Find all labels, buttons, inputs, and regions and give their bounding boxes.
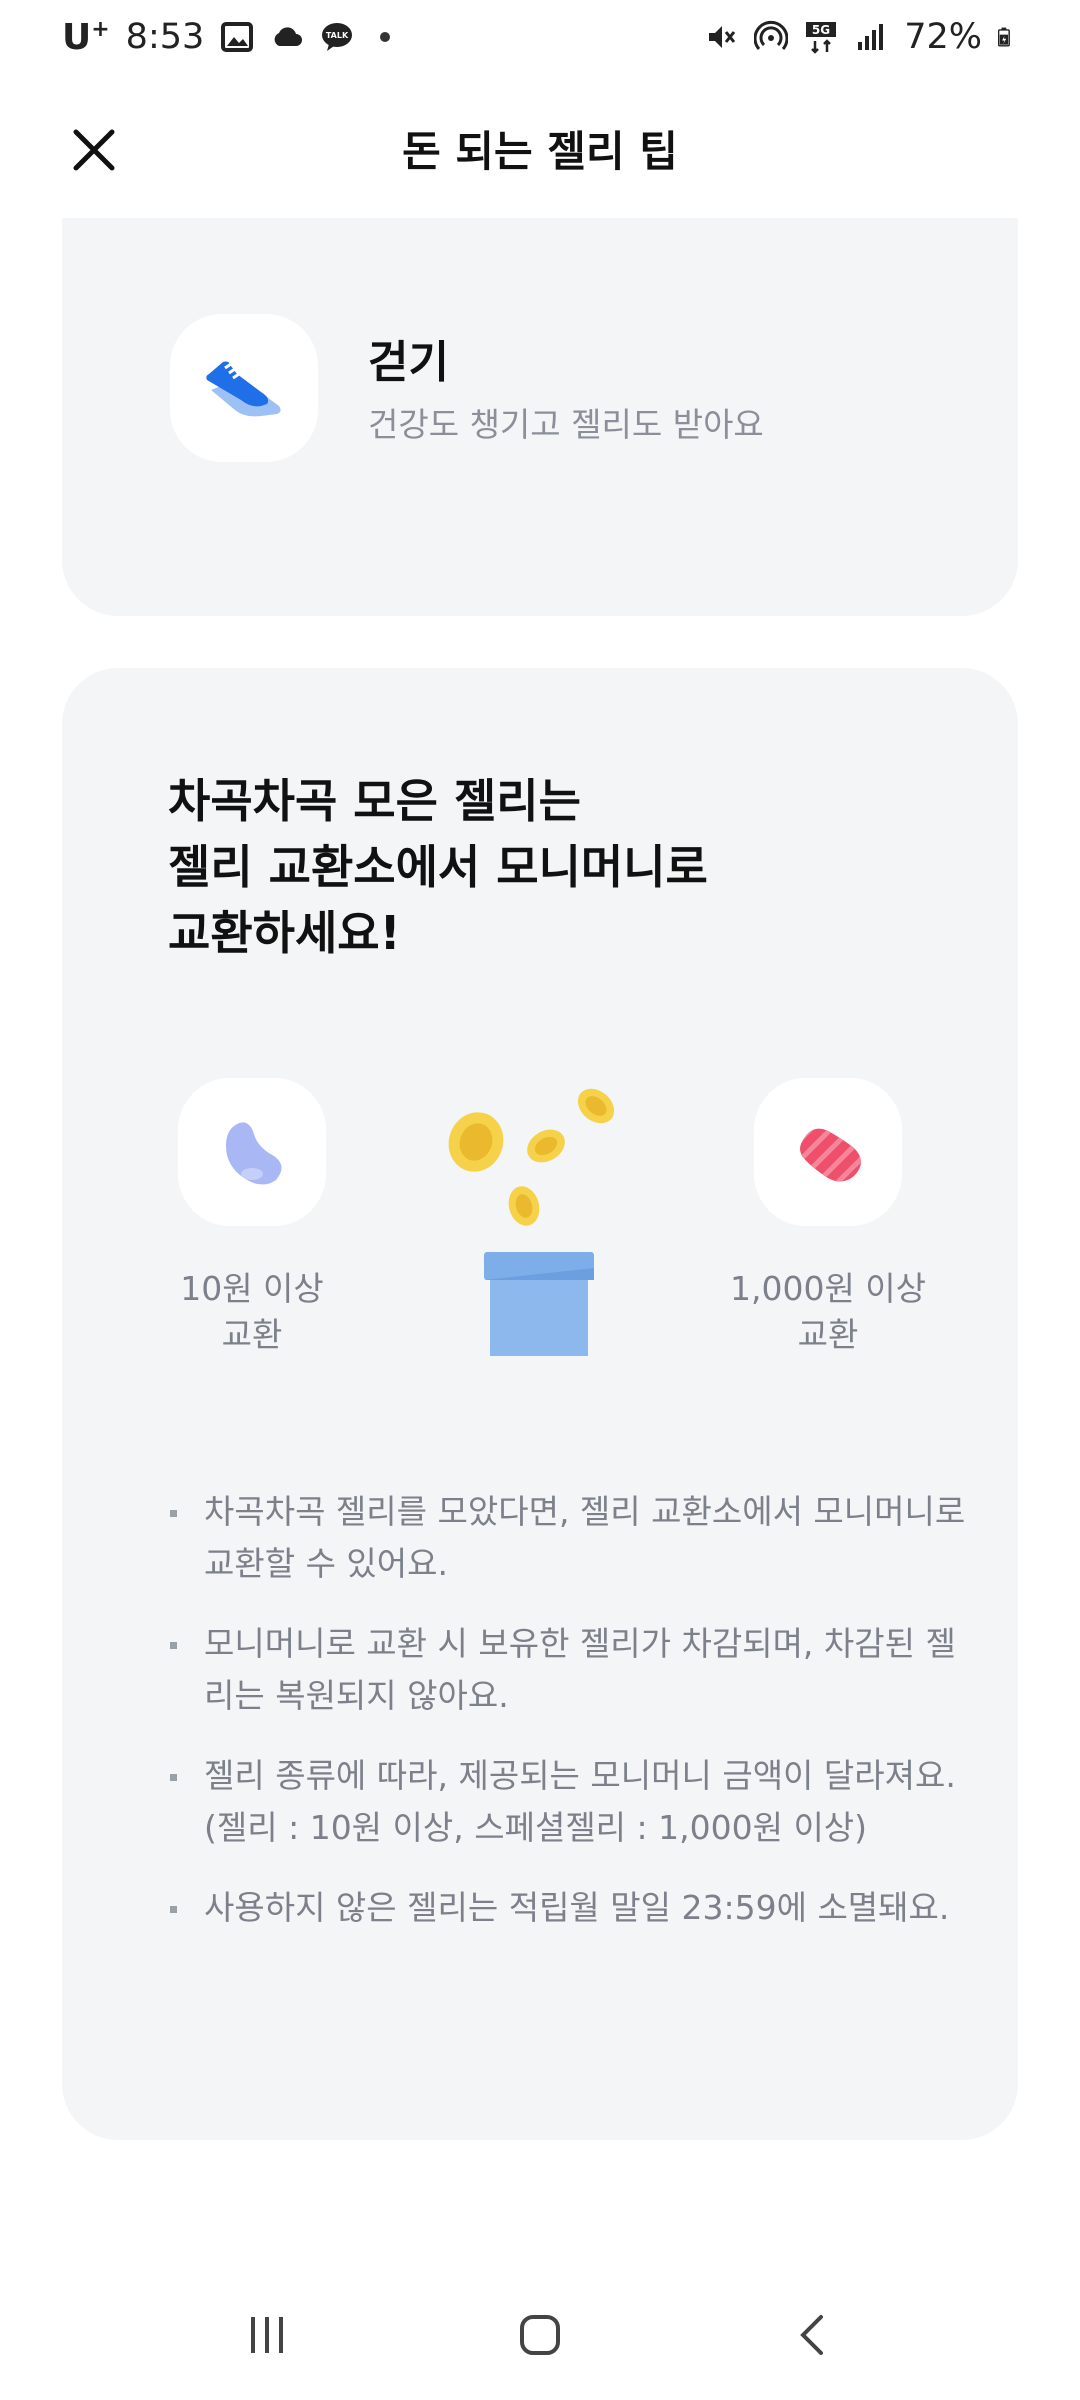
image-icon xyxy=(221,22,254,52)
shoe-icon xyxy=(206,361,281,417)
right-caption-line-2: 교환 xyxy=(797,1315,859,1354)
right-jelly-caption: 1,000원 이상 교환 xyxy=(658,1266,998,1358)
walk-subtitle: 건강도 챙기고 젤리도 받아요 xyxy=(368,405,764,444)
left-caption-line-1: 10원 이상 xyxy=(180,1269,324,1308)
recent-apps-button[interactable] xyxy=(217,2285,317,2385)
heading-line-1: 차곡차곡 모은 젤리는 xyxy=(168,774,581,828)
back-button[interactable] xyxy=(763,2285,863,2385)
navigation-bar xyxy=(0,2270,1080,2400)
walk-title: 걷기 xyxy=(368,337,449,388)
hotspot-icon xyxy=(754,20,789,50)
back-icon xyxy=(800,2315,824,2355)
status-time: 8:53 xyxy=(125,17,205,57)
note-item: 사용하지 않은 젤리는 적립월 말일 23:59에 소멸돼요. xyxy=(168,1882,968,1934)
status-left: U+ 8:53 TALK xyxy=(62,17,391,58)
red-jelly-icon xyxy=(800,1128,861,1182)
left-caption-line-2: 교환 xyxy=(221,1315,283,1354)
exchange-heading: 차곡차곡 모은 젤리는 젤리 교환소에서 모니머니로 교환하세요! xyxy=(168,768,928,966)
mute-icon xyxy=(709,26,736,48)
left-jelly-caption: 10원 이상 교환 xyxy=(122,1266,382,1358)
5g-icon: 5G xyxy=(806,22,837,54)
walk-card[interactable]: 걷기 건강도 챙기고 젤리도 받아요 xyxy=(62,218,1018,616)
notes-list: 차곡차곡 젤리를 모았다면, 젤리 교환소에서 모니머니로 교환할 수 있어요.… xyxy=(168,1486,968,1962)
battery-icon xyxy=(998,27,1010,47)
status-right: 5G 72% xyxy=(704,17,1018,57)
carrier-name: U xyxy=(62,16,92,58)
right-caption-line-1: 1,000원 이상 xyxy=(729,1269,927,1308)
home-button[interactable] xyxy=(490,2285,590,2385)
5g-icon-label: 5G xyxy=(812,23,830,37)
note-item: 모니머니로 교환 시 보유한 젤리가 차감되며, 차감된 젤리는 복원되지 않아… xyxy=(168,1618,968,1722)
signal-icon xyxy=(858,24,884,50)
cloud-icon xyxy=(274,27,303,46)
header: 돈 되는 젤리 팁 xyxy=(0,74,1080,218)
blue-jelly-box xyxy=(178,1078,326,1226)
walk-icon-box xyxy=(170,314,318,462)
note-item: 차곡차곡 젤리를 모았다면, 젤리 교환소에서 모니머니로 교환할 수 있어요. xyxy=(168,1486,968,1590)
red-jelly-box xyxy=(754,1078,902,1226)
coin-box-icon xyxy=(448,1088,615,1356)
talk-icon-label: TALK xyxy=(326,31,349,40)
battery-percent: 72% xyxy=(904,17,982,57)
carrier-plus: + xyxy=(91,16,110,42)
exchange-illustration: 10원 이상 교환 1,000원 이상 교환 xyxy=(62,1076,1018,1376)
carrier-label: U+ xyxy=(62,17,110,58)
dot-icon xyxy=(380,32,391,42)
heading-line-2: 젤리 교환소에서 모니머니로 xyxy=(168,840,708,894)
status-bar: U+ 8:53 TALK 5G 72% xyxy=(0,0,1080,74)
note-item: 젤리 종류에 따라, 제공되는 모니머니 금액이 달라져요. (젤리 : 10원… xyxy=(168,1750,968,1854)
exchange-card: 차곡차곡 모은 젤리는 젤리 교환소에서 모니머니로 교환하세요! 10원 이상… xyxy=(62,668,1018,2140)
recent-apps-icon xyxy=(250,2317,283,2353)
talk-icon: TALK xyxy=(322,23,353,51)
blue-jelly-icon xyxy=(226,1122,282,1185)
home-icon xyxy=(519,2315,560,2355)
page-title: 돈 되는 젤리 팁 xyxy=(402,127,678,176)
heading-line-3: 교환하세요! xyxy=(168,906,401,960)
